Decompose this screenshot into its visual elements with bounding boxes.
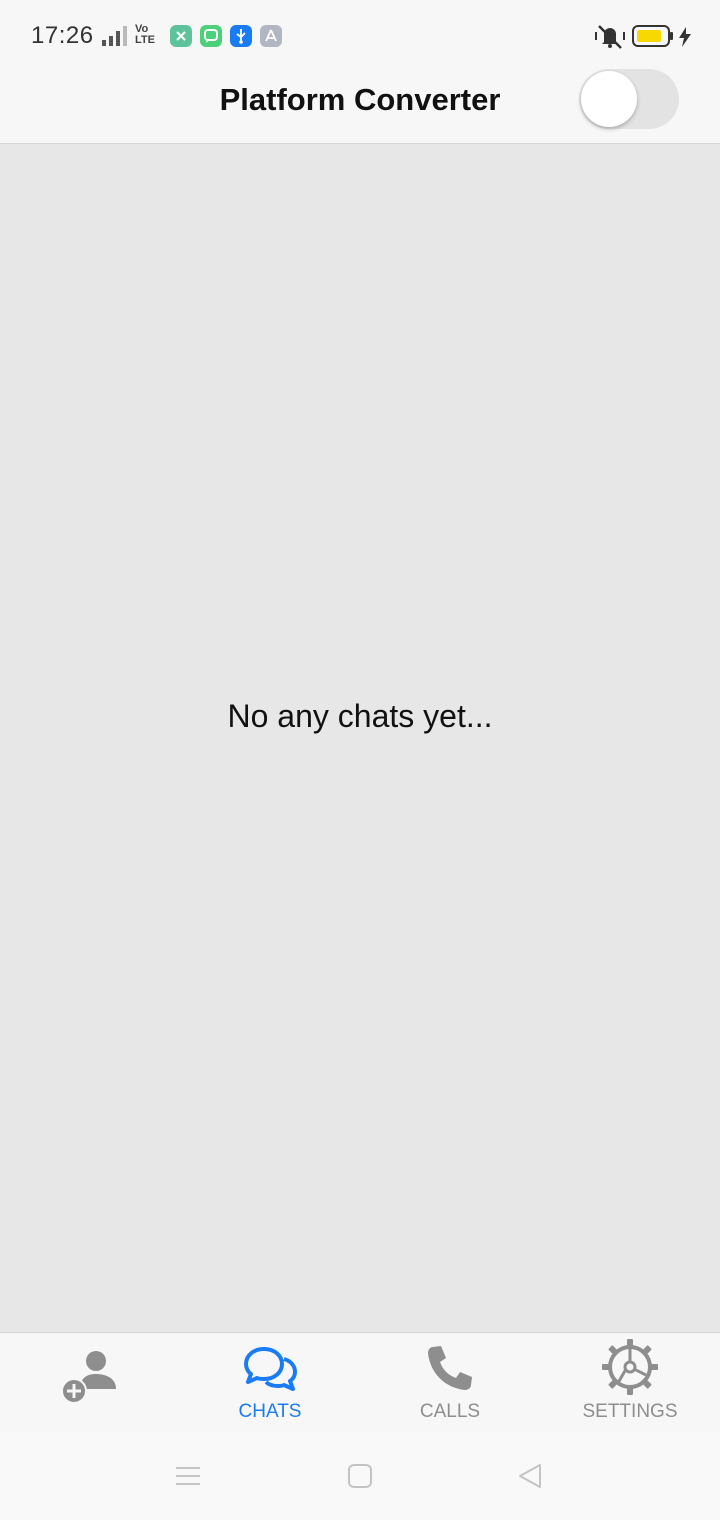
chat-list-area: No any chats yet... [0, 144, 720, 1332]
status-time: 17:26 [31, 22, 94, 49]
app-store-icon [260, 25, 282, 47]
message-notification-icon [200, 25, 222, 47]
tab-label-chats: CHATS [238, 1401, 302, 1422]
app-header: Platform Converter [0, 69, 720, 144]
tab-chats[interactable]: CHATS [180, 1333, 360, 1433]
system-nav-bar [0, 1432, 720, 1520]
tab-label-settings: SETTINGS [582, 1401, 678, 1422]
volte-bottom-label: LTE [135, 34, 155, 46]
bottom-tab-bar: CHATS CALLS SETTINGS [0, 1332, 720, 1433]
chat-bubbles-icon [244, 1347, 297, 1391]
menu-icon[interactable] [174, 1462, 202, 1490]
tab-calls[interactable]: CALLS [360, 1333, 540, 1433]
status-bar: 17:26 Vo LTE [0, 0, 720, 72]
battery-icon [632, 25, 673, 47]
signal-icon [102, 26, 127, 46]
app-screen: 17:26 Vo LTE Platform Converter No any c… [0, 0, 720, 1520]
back-icon[interactable] [516, 1462, 544, 1490]
tab-settings[interactable]: SETTINGS [540, 1333, 720, 1433]
empty-state-message: No any chats yet... [227, 698, 493, 734]
app-notification-icon [170, 25, 192, 47]
usb-icon [230, 25, 252, 47]
toggle-knob [581, 71, 637, 127]
home-icon[interactable] [346, 1462, 374, 1490]
add-contact-icon [61, 1351, 116, 1404]
platform-toggle-switch[interactable] [579, 69, 679, 129]
gear-icon [602, 1339, 658, 1395]
tab-add-contact[interactable] [0, 1333, 180, 1433]
phone-icon [428, 1346, 472, 1390]
tab-label-calls: CALLS [419, 1401, 481, 1422]
volte-indicator: Vo LTE [135, 24, 155, 46]
charging-icon [679, 27, 691, 47]
mute-icon [595, 25, 625, 49]
